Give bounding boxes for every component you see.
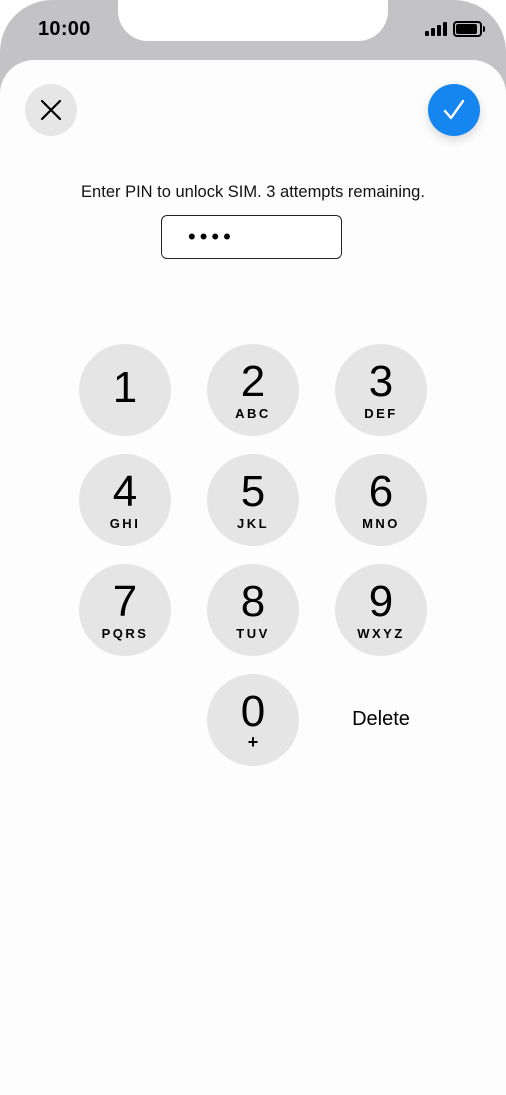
- key-4[interactable]: 4 GHI: [79, 454, 171, 546]
- pin-input[interactable]: ••••: [161, 215, 342, 259]
- key-letters: WXYZ: [357, 626, 405, 641]
- key-letters: ABC: [235, 406, 271, 421]
- key-letters: MNO: [362, 516, 400, 531]
- key-letters: JKL: [236, 516, 270, 531]
- checkmark-icon: [443, 99, 465, 120]
- key-6[interactable]: 6 MNO: [335, 454, 427, 546]
- key-digit: 8: [240, 577, 266, 626]
- close-icon: [40, 99, 62, 121]
- key-letters: GHI: [109, 516, 141, 531]
- key-digit: 1: [112, 363, 138, 412]
- key-1[interactable]: 1: [79, 344, 171, 436]
- battery-icon: [453, 21, 485, 37]
- pin-prompt: Enter PIN to unlock SIM. 3 attempts rema…: [81, 183, 425, 201]
- status-time: 10:00: [38, 18, 91, 40]
- key-digit: 0: [240, 687, 266, 736]
- key-8[interactable]: 8 TUV: [207, 564, 299, 656]
- pin-sheet: Enter PIN to unlock SIM. 3 attempts rema…: [0, 60, 506, 1095]
- key-digit: 2: [240, 357, 266, 406]
- key-5[interactable]: 5 JKL: [207, 454, 299, 546]
- key-digit: 7: [112, 577, 138, 626]
- signal-icon: [425, 22, 447, 36]
- key-digit: 9: [368, 577, 394, 626]
- notch: [118, 0, 388, 41]
- key-digit: 4: [112, 467, 138, 516]
- key-letters: TUV: [236, 626, 270, 641]
- key-letters: DEF: [364, 406, 398, 421]
- key-digit: 3: [368, 357, 394, 406]
- close-button[interactable]: [25, 84, 77, 136]
- key-0[interactable]: 0 +: [207, 674, 299, 766]
- key-2[interactable]: 2 ABC: [207, 344, 299, 436]
- key-letters: PQRS: [101, 626, 149, 641]
- key-9[interactable]: 9 WXYZ: [335, 564, 427, 656]
- key-digit: 5: [240, 467, 266, 516]
- key-plus: +: [247, 732, 259, 752]
- delete-button[interactable]: Delete: [335, 708, 427, 731]
- key-3[interactable]: 3 DEF: [335, 344, 427, 436]
- status-icons: [425, 21, 485, 37]
- key-7[interactable]: 7 PQRS: [79, 564, 171, 656]
- key-digit: 6: [368, 467, 394, 516]
- done-button[interactable]: [428, 84, 480, 136]
